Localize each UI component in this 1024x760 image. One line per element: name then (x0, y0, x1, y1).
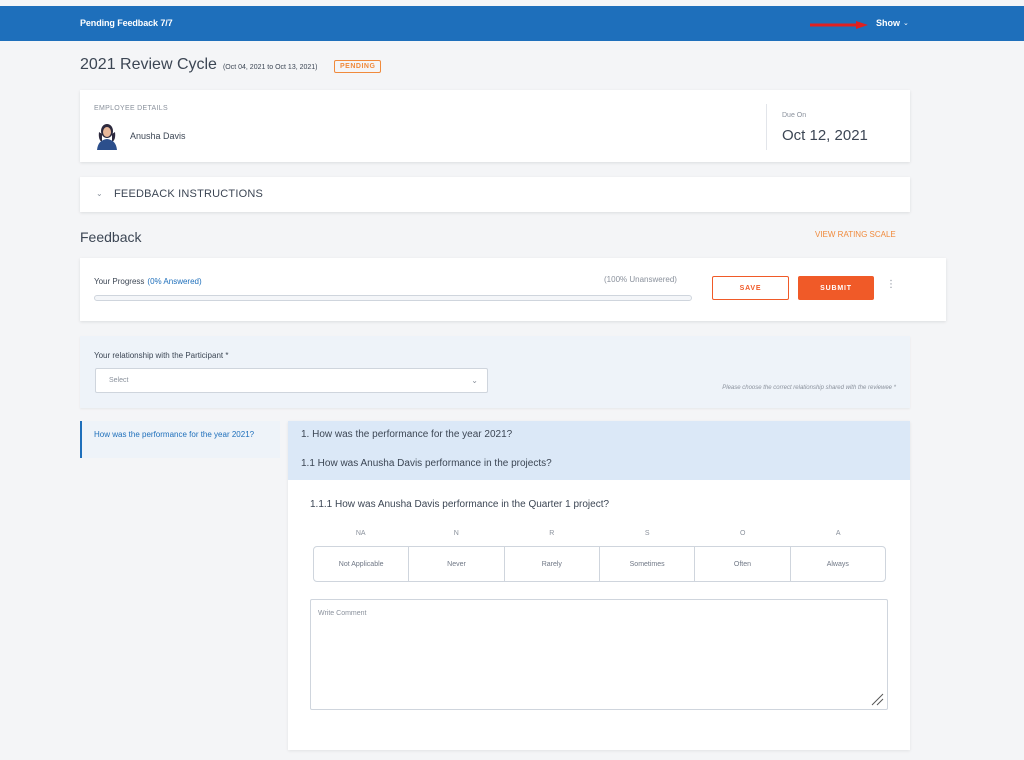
rating-option-always[interactable]: Always (791, 547, 885, 581)
submit-button[interactable]: SUBMIT (798, 276, 874, 300)
avatar (97, 124, 117, 150)
page-title: 2021 Review Cycle (80, 56, 217, 73)
employee-details-card: EMPLOYEE DETAILS Anusha Davis Due On Oct… (80, 90, 910, 162)
feedback-instructions-label: FEEDBACK INSTRUCTIONS (114, 188, 264, 200)
comment-placeholder: Write Comment (318, 610, 367, 617)
rating-option-often[interactable]: Often (695, 547, 791, 581)
pending-feedback-title: Pending Feedback 7/7 (80, 18, 173, 28)
rating-code: N (453, 530, 459, 537)
question-panel: 1. How was the performance for the year … (288, 421, 910, 750)
comment-textarea[interactable]: Write Comment (310, 599, 888, 710)
progress-label: Your Progress (0% Answered) (94, 277, 202, 286)
relationship-label: Your relationship with the Participant * (94, 351, 229, 360)
status-badge: PENDING (334, 60, 382, 73)
question-heading: 1. How was the performance for the year … (301, 429, 513, 440)
rating-code: NA (355, 530, 366, 537)
show-dropdown[interactable]: Show ⌄ (876, 18, 909, 28)
red-arrow-annotation (810, 21, 868, 29)
relationship-select-value: Select (109, 377, 129, 384)
more-options-icon[interactable]: ⋮ (886, 279, 896, 290)
sidebar-item-performance-2021[interactable]: How was the performance for the year 202… (80, 421, 280, 458)
rating-option-not-applicable[interactable]: Not Applicable (314, 547, 410, 581)
rating-code: R (549, 530, 555, 537)
due-on-label: Due On (782, 112, 807, 119)
sidebar-item-label: How was the performance for the year 202… (94, 430, 255, 439)
view-rating-scale-link[interactable]: VIEW RATING SCALE (815, 230, 896, 239)
save-button[interactable]: SAVE (712, 276, 789, 300)
rating-option-never[interactable]: Never (409, 547, 505, 581)
employee-details-label: EMPLOYEE DETAILS (94, 105, 168, 112)
employee-name: Anusha Davis (130, 131, 186, 141)
relationship-select[interactable]: Select ⌄ (95, 368, 488, 393)
top-bar: Pending Feedback 7/7 Show ⌄ (0, 6, 1024, 41)
question-header: 1. How was the performance for the year … (288, 421, 910, 480)
answered-percent: (0% Answered) (147, 277, 202, 286)
relationship-hint: Please choose the correct relationship s… (722, 385, 896, 391)
chevron-down-icon: ⌄ (471, 376, 478, 385)
divider (766, 104, 767, 150)
rating-option-rarely[interactable]: Rarely (505, 547, 600, 581)
unanswered-percent: (100% Unanswered) (604, 275, 677, 284)
question-item: 1.1.1 How was Anusha Davis performance i… (310, 499, 610, 510)
resize-handle-icon[interactable] (870, 692, 884, 706)
progress-card: Your Progress (0% Answered) (100% Unanswe… (80, 258, 946, 321)
review-cycle-header: 2021 Review Cycle (Oct 04, 2021 to Oct 1… (80, 56, 318, 74)
relationship-card: Your relationship with the Participant *… (80, 336, 910, 408)
rating-scale: Not Applicable Never Rarely Sometimes Of… (313, 546, 886, 582)
feedback-heading: Feedback (80, 229, 142, 245)
due-date: Oct 12, 2021 (782, 127, 868, 144)
feedback-instructions-toggle[interactable]: ⌄ FEEDBACK INSTRUCTIONS (80, 177, 910, 212)
rating-codes: NA N R S O A (313, 530, 886, 537)
rating-code: O (740, 530, 746, 537)
rating-option-sometimes[interactable]: Sometimes (600, 547, 696, 581)
your-progress-text: Your Progress (94, 277, 145, 286)
progress-bar (94, 295, 692, 301)
show-label: Show (876, 18, 900, 28)
cycle-date-range: (Oct 04, 2021 to Oct 13, 2021) (222, 64, 318, 71)
chevron-down-icon: ⌄ (903, 20, 909, 27)
chevron-down-icon: ⌄ (96, 189, 103, 198)
rating-code: S (644, 530, 650, 537)
question-subheading: 1.1 How was Anusha Davis performance in … (301, 458, 552, 469)
rating-code: A (835, 530, 841, 537)
